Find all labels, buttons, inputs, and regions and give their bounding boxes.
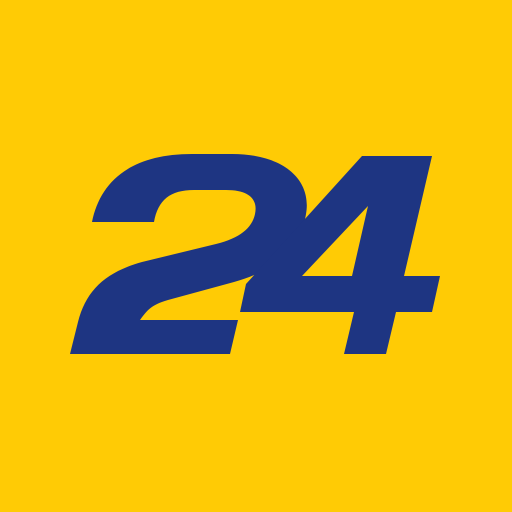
logo-24-icon: 24 <box>70 154 440 354</box>
app-icon-tile: 24 <box>0 0 512 512</box>
logo-digit-two <box>70 154 307 354</box>
